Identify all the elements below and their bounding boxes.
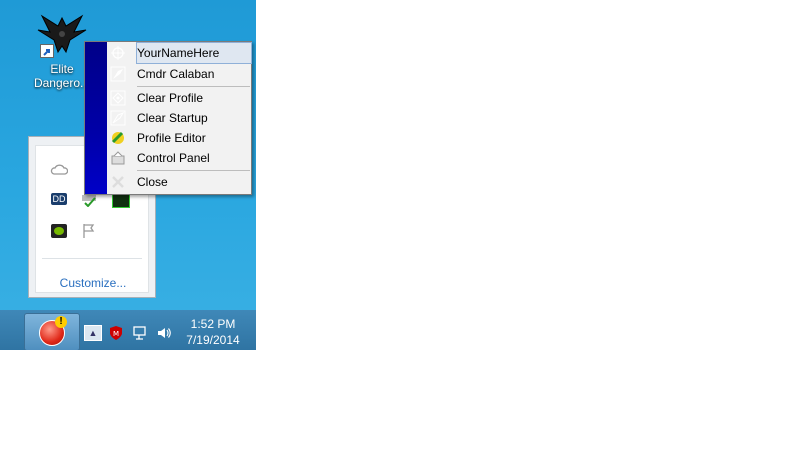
- menu-item-control-panel[interactable]: Control Panel: [107, 148, 251, 168]
- menu-item-label: Control Panel: [137, 148, 251, 168]
- panel-divider: [42, 258, 142, 259]
- onedrive-icon[interactable]: [50, 160, 68, 178]
- dolby-icon[interactable]: DD: [50, 190, 68, 208]
- show-hidden-icons-button[interactable]: ▲: [84, 325, 102, 341]
- menu-item-label: Profile Editor: [137, 128, 251, 148]
- taskbar-clock[interactable]: 1:52 PM 7/19/2014: [182, 316, 244, 348]
- menu-item-label: Cmdr Calaban: [137, 64, 251, 84]
- menu-item-yournamehere[interactable]: YourNameHere: [107, 42, 252, 64]
- menu-item-profile-editor[interactable]: Profile Editor: [107, 128, 251, 148]
- customize-link[interactable]: Customize...: [36, 276, 150, 290]
- start-button[interactable]: !: [24, 313, 80, 350]
- crosshair-icon: [109, 44, 127, 62]
- menu-item-clear-profile[interactable]: Clear Profile: [107, 88, 251, 108]
- crosshair-clear-icon: [109, 89, 127, 107]
- menu-item-label: Clear Startup: [137, 108, 251, 128]
- editor-icon: [109, 129, 127, 147]
- warning-badge: !: [55, 316, 67, 328]
- volume-icon[interactable]: [156, 325, 172, 341]
- nvidia-icon[interactable]: [50, 222, 68, 240]
- menu-item-clear-startup[interactable]: Clear Startup: [107, 108, 251, 128]
- menu-item-close[interactable]: Close: [107, 172, 251, 192]
- close-icon: [109, 173, 127, 191]
- svg-text:M: M: [113, 330, 119, 338]
- taskbar: ! ▲ M 1:52 PM 7/19/2014: [0, 310, 256, 350]
- clock-time: 1:52 PM: [190, 317, 236, 331]
- menu-item-label: YourNameHere: [136, 42, 252, 64]
- menu-sidebar: [85, 42, 107, 194]
- shortcut-arrow-icon: [40, 44, 54, 58]
- clock-date: 7/19/2014: [186, 333, 240, 347]
- menu-item-cmdr-calaban[interactable]: Cmdr Calaban: [107, 64, 251, 84]
- ship-clear-icon: [109, 109, 127, 127]
- menu-item-label: Clear Profile: [137, 88, 251, 108]
- ship-icon: [109, 65, 127, 83]
- mcafee-icon[interactable]: M: [108, 325, 124, 341]
- tray-context-menu: YourNameHere Cmdr Calaban Clear Profile …: [84, 41, 252, 195]
- flag-icon[interactable]: [80, 222, 98, 240]
- desktop: Elite Dangero... DD Customize... ! ▲ M 1…: [0, 0, 256, 350]
- menu-separator: [137, 170, 250, 171]
- menu-item-label: Close: [137, 172, 251, 192]
- control-panel-icon: [109, 149, 127, 167]
- network-icon[interactable]: [132, 325, 148, 341]
- menu-separator: [137, 86, 250, 87]
